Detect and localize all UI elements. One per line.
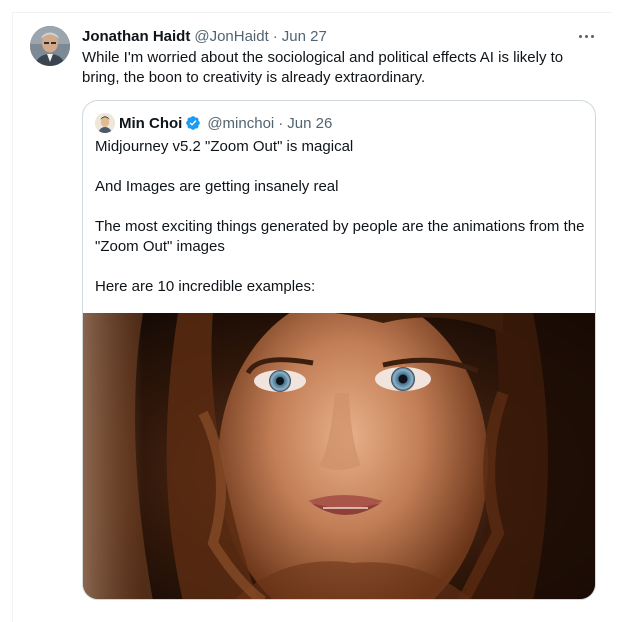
tweet-header: Jonathan Haidt @JonHaidt · Jun 27 — [82, 26, 327, 46]
quoted-paragraph: And Images are getting insanely real — [95, 178, 339, 195]
quoted-tweet-image[interactable] — [83, 313, 595, 599]
quoted-author-handle[interactable]: @minchoi — [207, 115, 274, 132]
quoted-paragraph: Midjourney v5.2 "Zoom Out" is magical — [95, 138, 354, 155]
portrait-photo — [83, 313, 595, 599]
more-horizontal-icon[interactable] — [576, 28, 596, 44]
quoted-tweet-header: Min Choi @minchoi · Jun 26 — [95, 113, 332, 133]
separator-dot: · — [272, 27, 278, 45]
author-name[interactable]: Jonathan Haidt — [82, 28, 190, 45]
author-avatar[interactable] — [30, 26, 70, 66]
quoted-tweet-text: Midjourney v5.2 "Zoom Out" is magical An… — [95, 137, 585, 317]
author-handle[interactable]: @JonHaidt — [194, 28, 268, 45]
quoted-author-avatar[interactable] — [95, 113, 115, 133]
quoted-paragraph: The most exciting things generated by pe… — [95, 218, 585, 255]
tweet-text: While I'm worried about the sociological… — [82, 49, 564, 86]
tweet-date[interactable]: Jun 27 — [282, 28, 327, 45]
quoted-paragraph: Here are 10 incredible examples: — [95, 278, 316, 295]
quoted-tweet-card[interactable]: Min Choi @minchoi · Jun 26 Midjourney v5… — [82, 100, 596, 600]
quoted-author-name[interactable]: Min Choi — [119, 115, 182, 132]
separator-dot: · — [278, 114, 284, 132]
quoted-tweet-date[interactable]: Jun 26 — [287, 115, 332, 132]
verified-badge-icon — [186, 116, 201, 130]
